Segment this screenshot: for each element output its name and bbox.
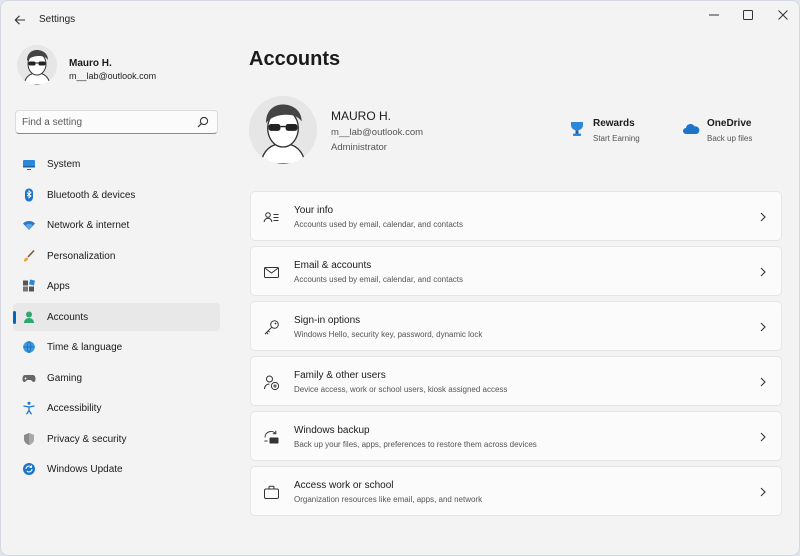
app-title: Settings — [39, 14, 76, 25]
search-icon[interactable] — [197, 116, 209, 128]
person-card-icon — [263, 212, 279, 223]
card-subtitle: Accounts used by email, calendar, and co… — [294, 275, 463, 284]
profile-name: MAURO H. — [331, 109, 391, 123]
sidebar-item-windows-update[interactable]: Windows Update — [13, 455, 220, 483]
apps-icon — [23, 279, 35, 292]
sidebar-item-label: Privacy & security — [47, 433, 127, 445]
minimize-button[interactable] — [699, 5, 729, 25]
update-icon — [23, 463, 35, 475]
chevron-right-icon — [760, 322, 766, 332]
close-button[interactable] — [768, 5, 798, 25]
sidebar-item-label: Personalization — [47, 250, 116, 262]
card-subtitle: Accounts used by email, calendar, and co… — [294, 220, 463, 229]
search-box[interactable] — [15, 110, 218, 134]
user-email: m__lab@outlook.com — [69, 71, 157, 81]
sidebar-item-apps[interactable]: Apps — [13, 272, 220, 300]
sidebar-item-label: Apps — [47, 281, 70, 292]
chevron-right-icon — [760, 487, 766, 497]
sidebar-item-label: System — [47, 159, 81, 170]
service-subtitle: Start Earning — [593, 134, 640, 143]
card-family-other-users[interactable]: Family & other users Device access, work… — [250, 356, 782, 406]
arrow-left-icon — [14, 15, 25, 25]
chevron-right-icon — [760, 212, 766, 222]
brush-icon — [24, 249, 35, 261]
briefcase-icon — [264, 485, 279, 499]
sidebar-item-gaming[interactable]: Gaming — [13, 364, 220, 392]
onedrive-link[interactable]: OneDrive Back up files — [682, 118, 782, 150]
gamepad-icon — [22, 374, 36, 382]
card-email-accounts[interactable]: Email & accounts Accounts used by email,… — [250, 246, 782, 296]
sidebar-item-personalization[interactable]: Personalization — [13, 242, 220, 270]
sidebar-item-system[interactable]: System — [13, 150, 220, 178]
sidebar-item-label: Network & internet — [47, 220, 130, 231]
service-title: Rewards — [593, 118, 635, 129]
card-sign-in-options[interactable]: Sign-in options Windows Hello, security … — [250, 301, 782, 351]
minimize-icon — [709, 14, 719, 16]
card-title: Sign-in options — [294, 315, 361, 326]
card-title: Windows backup — [294, 425, 370, 436]
card-subtitle: Organization resources like email, apps,… — [294, 495, 483, 504]
person-icon — [24, 311, 34, 323]
sidebar-item-accessibility[interactable]: Accessibility — [13, 394, 220, 422]
selection-indicator — [13, 310, 16, 324]
shield-icon — [24, 432, 34, 445]
sidebar-item-label: Accessibility — [47, 403, 102, 414]
avatar-illustration-icon — [249, 96, 317, 164]
close-icon — [778, 10, 788, 20]
avatar-illustration-icon — [17, 45, 57, 85]
accessibility-icon — [23, 401, 35, 415]
service-subtitle: Back up files — [707, 134, 753, 143]
maximize-button[interactable] — [733, 5, 763, 25]
chevron-right-icon — [760, 267, 766, 277]
card-subtitle: Windows Hello, security key, password, d… — [294, 330, 483, 339]
backup-icon — [264, 430, 279, 444]
card-your-info[interactable]: Your info Accounts used by email, calend… — [250, 191, 782, 241]
chevron-right-icon — [760, 377, 766, 387]
avatar — [17, 45, 57, 85]
monitor-icon — [23, 160, 35, 170]
sidebar-item-label: Windows Update — [47, 464, 123, 475]
key-icon — [264, 320, 279, 335]
card-access-work-school[interactable]: Access work or school Organization resou… — [250, 466, 782, 516]
search-input[interactable] — [22, 114, 192, 130]
card-subtitle: Back up your files, apps, preferences to… — [294, 440, 537, 449]
sidebar-item-label: Gaming — [47, 372, 83, 384]
title-bar: Settings — [1, 1, 799, 37]
card-windows-backup[interactable]: Windows backup Back up your files, apps,… — [250, 411, 782, 461]
profile-role: Administrator — [331, 142, 387, 153]
rewards-link[interactable]: Rewards Start Earning — [568, 118, 668, 150]
trophy-icon — [571, 122, 583, 136]
card-title: Access work or school — [294, 480, 394, 491]
user-name: Mauro H. — [69, 58, 112, 69]
sidebar-item-network[interactable]: Network & internet — [13, 211, 220, 239]
bluetooth-icon — [25, 188, 33, 201]
profile-email: m__lab@outlook.com — [331, 127, 424, 138]
person-add-icon — [264, 375, 280, 391]
sidebar-item-bluetooth[interactable]: Bluetooth & devices — [13, 181, 220, 209]
sidebar-nav: System Bluetooth & devices Network & int… — [13, 150, 220, 486]
user-profile[interactable]: Mauro H. m__lab@outlook.com — [17, 45, 217, 95]
cloud-icon — [683, 124, 700, 134]
back-button[interactable] — [9, 9, 31, 31]
card-title: Email & accounts — [294, 260, 372, 271]
maximize-icon — [743, 10, 753, 20]
sidebar-item-label: Time & language — [47, 342, 123, 353]
sidebar-item-time-language[interactable]: Time & language — [13, 333, 220, 361]
card-title: Family & other users — [294, 370, 386, 381]
card-subtitle: Device access, work or school users, kio… — [294, 385, 508, 394]
settings-cards: Your info Accounts used by email, calend… — [250, 191, 782, 521]
page-title: Accounts — [249, 48, 341, 70]
sidebar-item-accounts[interactable]: Accounts — [13, 302, 220, 331]
chevron-right-icon — [760, 432, 766, 442]
mail-icon — [264, 267, 279, 278]
card-title: Your info — [294, 205, 334, 216]
service-title: OneDrive — [707, 118, 752, 129]
profile-avatar — [249, 96, 317, 164]
settings-window: Settings Mauro H. m__lab@outlook.com Fin… — [0, 0, 800, 556]
sidebar-item-label: Bluetooth & devices — [47, 189, 136, 201]
globe-clock-icon — [23, 340, 35, 354]
sidebar-item-label: Accounts — [47, 311, 89, 323]
wifi-icon — [23, 221, 35, 230]
sidebar-item-privacy[interactable]: Privacy & security — [13, 425, 220, 453]
